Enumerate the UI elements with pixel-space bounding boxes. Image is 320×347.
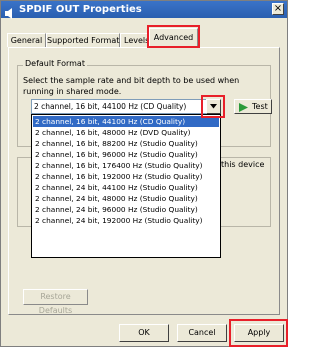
format-option[interactable]: 2 channel, 24 bit, 48000 Hz (Studio Qual… (33, 193, 219, 204)
properties-dialog: SPDIF OUT Properties × General Supported… (0, 0, 288, 347)
format-option[interactable]: 2 channel, 16 bit, 88200 Hz (Studio Qual… (33, 138, 219, 149)
format-option[interactable]: 2 channel, 16 bit, 44100 Hz (CD Quality) (33, 116, 219, 127)
default-format-description: Select the sample rate and bit depth to … (23, 76, 240, 96)
close-button[interactable]: × (272, 3, 284, 15)
format-option[interactable]: 2 channel, 16 bit, 96000 Hz (Studio Qual… (33, 149, 219, 160)
play-icon (239, 103, 248, 112)
chevron-down-icon (210, 104, 217, 109)
format-option[interactable]: 2 channel, 24 bit, 44100 Hz (Studio Qual… (33, 182, 219, 193)
format-select[interactable]: 2 channel, 16 bit, 44100 Hz (CD Quality) (31, 99, 221, 114)
tab-advanced[interactable]: Advanced (149, 28, 198, 48)
window-title: SPDIF OUT Properties (19, 4, 142, 15)
format-option[interactable]: 2 channel, 16 bit, 48000 Hz (DVD Quality… (33, 127, 219, 138)
ok-button[interactable]: OK (119, 324, 169, 342)
default-format-title: Default Format (23, 58, 87, 70)
tab-supported-formats[interactable]: Supported Formats (46, 33, 124, 47)
exclusive-mode-text: this device (221, 160, 265, 169)
test-button-label: Test (252, 102, 268, 111)
apply-button[interactable]: Apply (234, 324, 284, 342)
format-select-value: 2 channel, 16 bit, 44100 Hz (CD Quality) (34, 102, 187, 111)
speaker-icon (4, 4, 16, 19)
close-icon: × (273, 3, 283, 14)
format-option[interactable]: 2 channel, 16 bit, 192000 Hz (Studio Qua… (33, 171, 219, 182)
title-bar[interactable]: SPDIF OUT Properties × (1, 1, 287, 19)
cancel-button[interactable]: Cancel (177, 324, 227, 342)
format-option[interactable]: 2 channel, 24 bit, 96000 Hz (Studio Qual… (33, 204, 219, 215)
format-dropdown-list: 2 channel, 16 bit, 44100 Hz (CD Quality)… (31, 114, 221, 258)
tab-levels[interactable]: Levels (120, 33, 150, 47)
tab-general[interactable]: General (7, 33, 46, 47)
restore-defaults-button[interactable]: Restore Defaults (23, 289, 88, 315)
format-option[interactable]: 2 channel, 16 bit, 176400 Hz (Studio Qua… (33, 160, 219, 171)
format-option[interactable]: 2 channel, 24 bit, 192000 Hz (Studio Qua… (33, 215, 219, 226)
test-button[interactable]: Test (234, 99, 272, 114)
format-dropdown-button[interactable] (206, 99, 221, 114)
